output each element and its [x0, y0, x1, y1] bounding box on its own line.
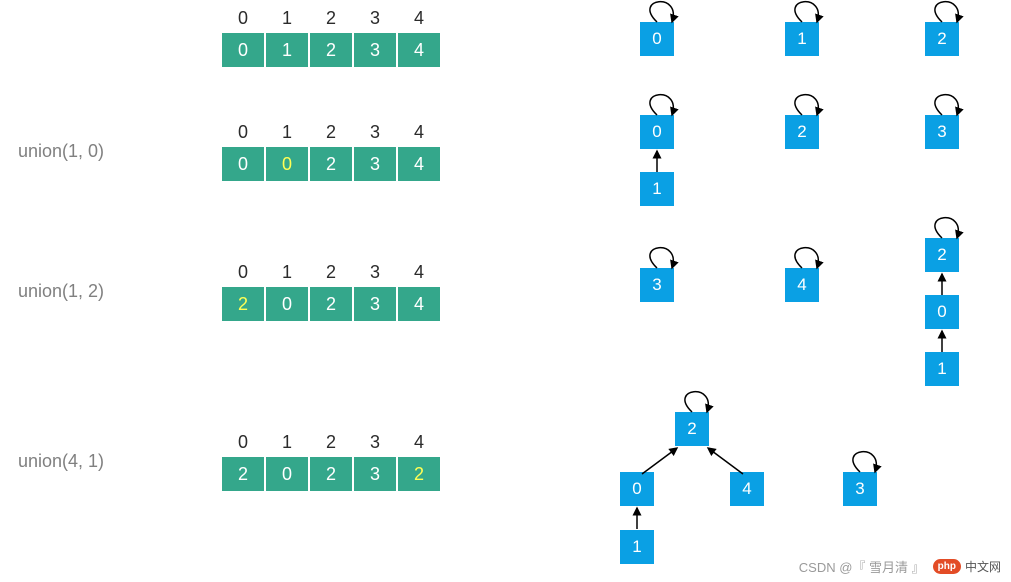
array-0: 0 1 2 3 4 0 1 2 3 4	[220, 6, 442, 69]
arrow-icon	[632, 506, 642, 531]
watermark: CSDN @『 雪月清 』 php 中文网	[799, 557, 1001, 576]
node-r1-root: 0	[640, 115, 674, 149]
node-r0-1: 1	[785, 22, 819, 56]
node-r1-other-2: 2	[785, 115, 819, 149]
node-r2-stack-1: 1	[925, 352, 959, 386]
node-r2-other-3: 3	[640, 268, 674, 302]
array-1: 0 1 2 3 4 0 0 2 3 4	[220, 120, 442, 183]
node-r2-stack-0: 0	[925, 295, 959, 329]
node-r2-other-4: 4	[785, 268, 819, 302]
node-r3-leftchild: 1	[620, 530, 654, 564]
php-badge: php 中文网	[933, 558, 1001, 575]
csdn-credit: CSDN @『 雪月清 』	[799, 557, 925, 576]
index-row: 0 1 2 3 4	[221, 6, 441, 32]
node-r3-other-3: 3	[843, 472, 877, 506]
value-row: 0 1 2 3 4	[221, 32, 441, 68]
node-r3-root: 2	[675, 412, 709, 446]
node-r2-stack-2: 2	[925, 238, 959, 272]
arrow-icon	[937, 329, 947, 354]
node-r3-right: 4	[730, 472, 764, 506]
arrow-icon	[652, 149, 662, 174]
node-r1-other-3: 3	[925, 115, 959, 149]
node-r1-child: 1	[640, 172, 674, 206]
node-r0-2: 2	[925, 22, 959, 56]
php-text: 中文网	[965, 558, 1001, 575]
arrow-icon	[937, 272, 947, 297]
op-label-3: union(4, 1)	[0, 451, 140, 472]
op-label-1: union(1, 0)	[0, 141, 140, 162]
node-r0-0: 0	[640, 22, 674, 56]
array-3: 0 1 2 3 4 2 0 2 3 2	[220, 430, 442, 493]
array-2: 0 1 2 3 4 2 0 2 3 4	[220, 260, 442, 323]
node-r3-left: 0	[620, 472, 654, 506]
tree-area: 0 1 2 0 1 2 3 3 4 2 0 1	[560, 0, 1000, 582]
op-label-2: union(1, 2)	[0, 281, 140, 302]
php-pill: php	[933, 559, 961, 574]
